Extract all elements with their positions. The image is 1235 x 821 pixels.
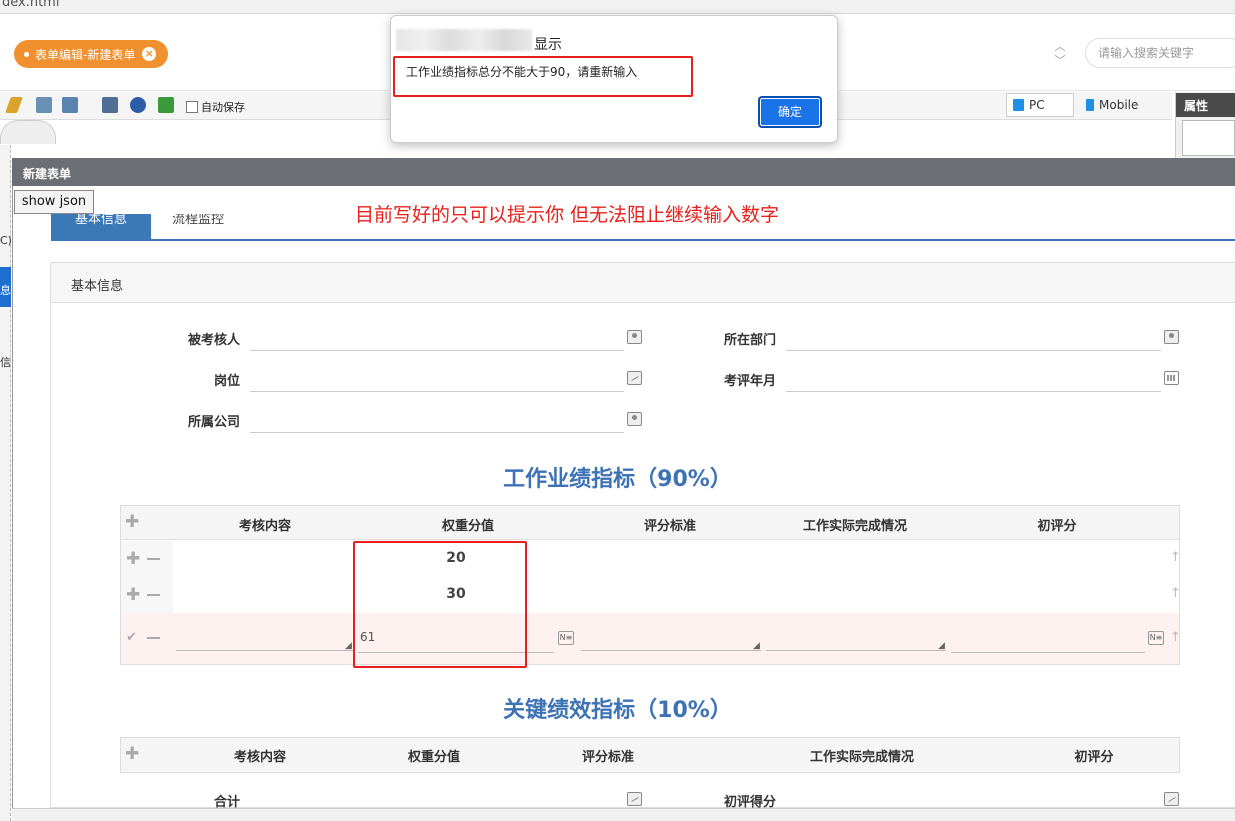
phone-icon (1086, 99, 1094, 111)
window-title: 新建表单 (12, 158, 1235, 186)
alert-title: 显示 (534, 37, 562, 53)
completion-textarea[interactable] (766, 650, 946, 651)
tab-scroll-arrows[interactable]: ︿ ﹀ (1052, 40, 1068, 70)
background-tab[interactable] (0, 120, 56, 144)
properties-title: 属性 (1176, 93, 1235, 117)
col-completion: 工作实际完成情况 (809, 750, 914, 765)
pencil-icon[interactable] (5, 97, 23, 113)
export-icon[interactable] (36, 97, 52, 113)
eval-month-input[interactable] (786, 391, 1161, 392)
user-picker-icon[interactable] (627, 330, 642, 344)
move-up-icon[interactable]: ↑ (1170, 586, 1181, 601)
col-content: 考核内容 (238, 519, 291, 534)
chevron-down-icon[interactable]: ﹀ (1052, 54, 1068, 68)
kpi-table-title: 关键绩效指标（10%） (503, 698, 732, 723)
tab-label: 表单编辑-新建表单 (35, 47, 136, 62)
checkbox-box[interactable] (186, 101, 198, 113)
add-row-icon[interactable]: ✚ (125, 746, 139, 763)
preview-icon[interactable] (158, 97, 174, 113)
help-icon[interactable] (130, 97, 146, 113)
show-json-button[interactable]: show json (14, 190, 94, 214)
perf-table-title: 工作业绩指标（90%） (503, 467, 732, 492)
device-mobile-button[interactable]: Mobile (1080, 93, 1166, 117)
section-title: 基本信息 (51, 263, 1235, 303)
edit-icon[interactable] (627, 371, 642, 385)
tab-process-monitor[interactable]: 流程监控 (172, 214, 224, 228)
edit-icon[interactable] (1164, 792, 1179, 806)
company-label: 所属公司 (187, 415, 240, 430)
department-input[interactable] (786, 350, 1161, 351)
tab-underline (51, 239, 1235, 241)
edit-icon[interactable] (627, 792, 642, 806)
add-row-icon[interactable]: ✚ (126, 587, 140, 604)
search-input[interactable]: 请输入搜索关键字 (1085, 38, 1235, 68)
department-label: 所在部门 (723, 333, 776, 348)
position-input[interactable] (250, 391, 624, 392)
alert-origin-blurred (396, 29, 532, 51)
add-row-icon[interactable]: ✚ (126, 551, 140, 568)
browser-top-bar (0, 0, 1235, 14)
remove-row-icon[interactable] (147, 637, 160, 639)
device-pc-label: PC (1029, 98, 1045, 112)
col-weight: 权重分值 (407, 750, 460, 765)
left-sidebar-text: 信 (0, 356, 11, 369)
autosave-checkbox[interactable]: 自动保存 (186, 99, 245, 115)
tab-dot-icon (24, 51, 29, 57)
department-picker-icon[interactable] (1164, 330, 1179, 344)
content-textarea[interactable] (176, 650, 353, 651)
col-initial-score: 初评分 (1037, 519, 1077, 534)
company-input[interactable] (250, 432, 624, 433)
number-editor-icon[interactable]: N≡ (558, 631, 574, 645)
remove-row-icon[interactable] (147, 558, 160, 560)
col-weight: 权重分值 (441, 519, 494, 534)
company-picker-icon[interactable] (627, 412, 642, 426)
alert-ok-button[interactable]: 确定 (758, 96, 822, 128)
tab-basic-info[interactable]: 基本信息 (51, 214, 151, 240)
resize-handle-icon[interactable]: ◢ (345, 641, 352, 651)
col-initial-score: 初评分 (1074, 750, 1114, 765)
form-list-icon[interactable] (102, 97, 118, 113)
col-standard: 评分标准 (643, 519, 696, 534)
eval-month-label: 考评年月 (723, 374, 776, 389)
annotation-text: 目前写好的只可以提示你 但无法阻止继续输入数字 (355, 204, 780, 226)
move-up-icon[interactable]: ↑ (1170, 550, 1181, 565)
calendar-icon[interactable] (1164, 371, 1179, 385)
tab-form-editor[interactable]: 表单编辑-新建表单 × (14, 40, 168, 68)
examinee-label: 被考核人 (187, 333, 240, 348)
remove-row-icon[interactable] (147, 594, 160, 596)
col-standard: 评分标准 (581, 750, 634, 765)
left-sidebar-text: 息 (0, 284, 11, 297)
url-fragment: dex.html (2, 0, 60, 10)
add-row-icon[interactable]: ✚ (125, 514, 139, 531)
col-completion: 工作实际完成情况 (802, 519, 907, 534)
monitor-icon (1013, 99, 1024, 111)
highlight-box-message (393, 56, 693, 97)
resize-handle-icon[interactable]: ◢ (753, 641, 760, 651)
number-editor-icon[interactable]: N≡ (1148, 631, 1164, 645)
editing-row (121, 613, 1179, 664)
print-dropdown-icon[interactable] (62, 97, 78, 113)
chevron-up-icon[interactable]: ︿ (1052, 40, 1068, 54)
initial-score-input[interactable] (951, 652, 1145, 653)
properties-box (1182, 120, 1235, 156)
device-mobile-label: Mobile (1099, 98, 1139, 112)
highlight-box-weight (353, 541, 527, 668)
left-sidebar-text: C) (0, 234, 12, 247)
close-tab-icon[interactable]: × (142, 47, 157, 61)
resize-handle-icon[interactable]: ◢ (938, 641, 945, 651)
device-pc-button[interactable]: PC (1006, 93, 1074, 117)
move-up-icon[interactable]: ↑ (1170, 630, 1181, 645)
autosave-label: 自动保存 (201, 101, 245, 114)
bottom-scrollbar[interactable] (12, 808, 1235, 821)
col-content: 考核内容 (233, 750, 286, 765)
check-icon[interactable]: ✔ (126, 630, 137, 645)
position-label: 岗位 (213, 374, 240, 389)
standard-textarea[interactable] (581, 650, 761, 651)
examinee-input[interactable] (250, 350, 624, 351)
